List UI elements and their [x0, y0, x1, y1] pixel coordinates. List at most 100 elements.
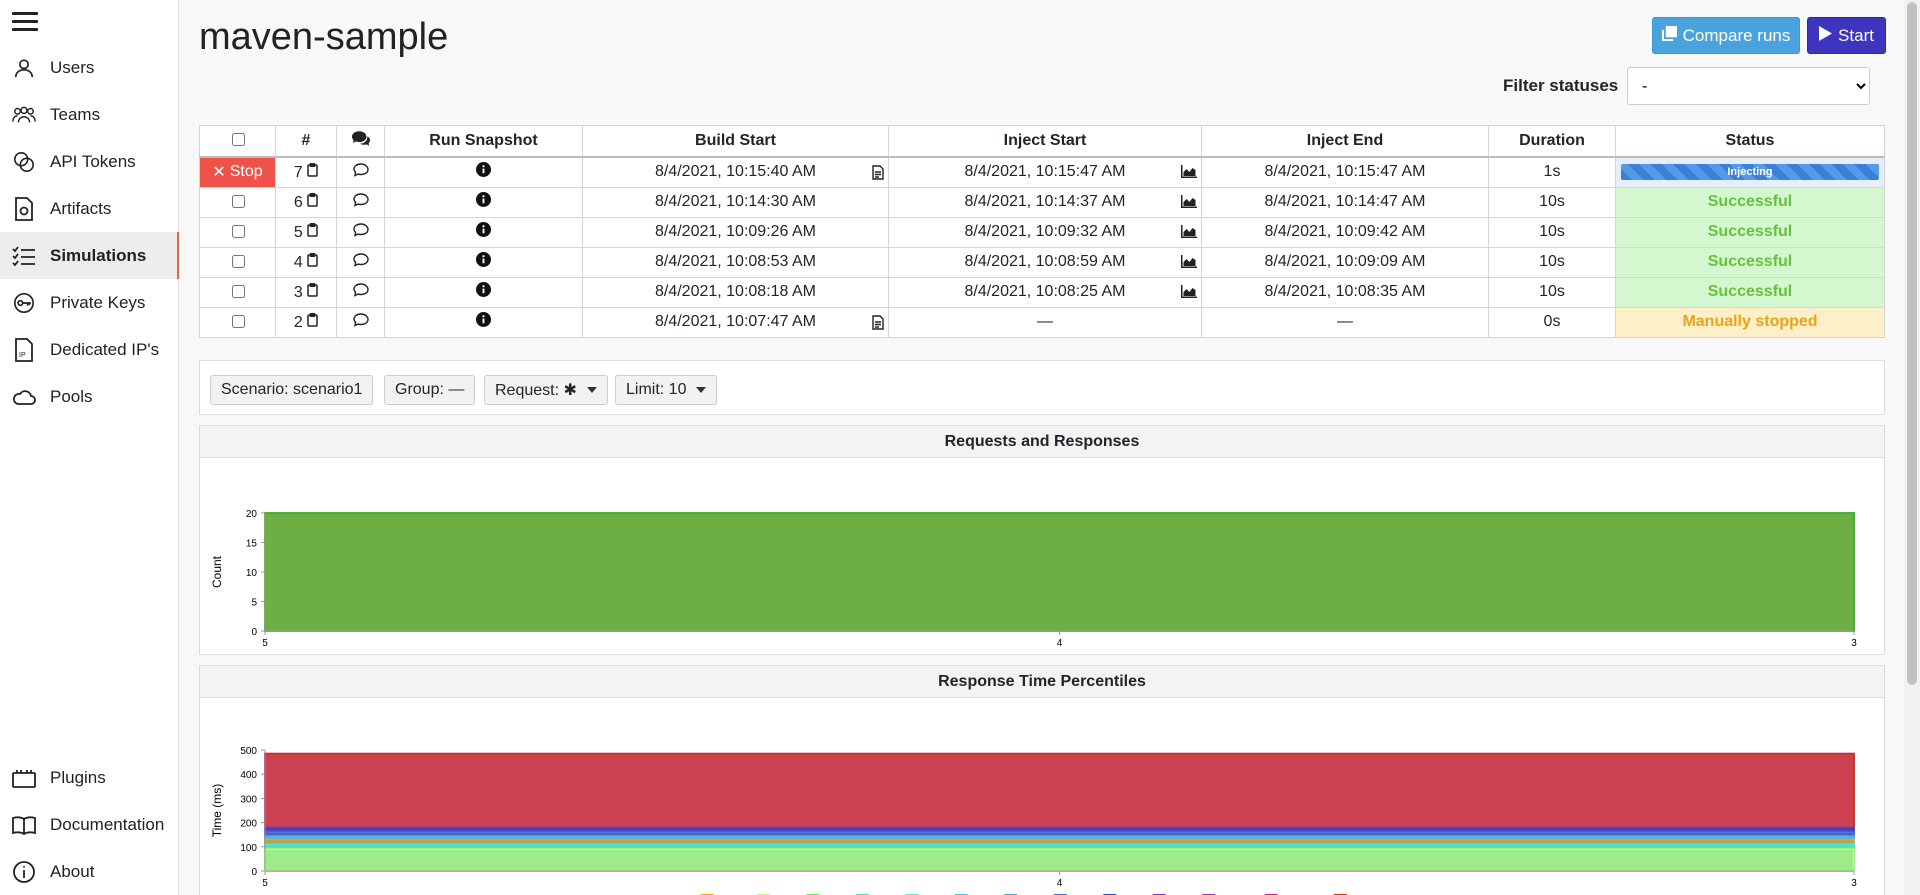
run-number-cell: 6 [275, 186, 337, 218]
comment-cell [336, 306, 385, 338]
sidebar-item-users[interactable]: Users [0, 44, 179, 91]
clipboard-icon[interactable] [307, 282, 318, 301]
group-dropdown[interactable]: Group: — [384, 375, 476, 405]
sidebar-item-plugins[interactable]: Plugins [0, 754, 179, 801]
cloud-icon [12, 385, 36, 409]
info-icon[interactable] [476, 162, 491, 181]
sidebar-item-documentation[interactable]: Documentation [0, 801, 179, 848]
log-document-icon[interactable] [872, 314, 884, 335]
area-chart-icon[interactable] [1181, 284, 1197, 303]
build-start-value: 8/4/2021, 10:08:18 AM [654, 283, 816, 300]
y-tick-label: 5 [251, 598, 257, 609]
log-document-icon[interactable] [872, 164, 884, 185]
clipboard-icon[interactable] [307, 192, 318, 211]
info-icon[interactable] [476, 282, 491, 301]
comment-icon[interactable] [352, 192, 369, 211]
info-icon[interactable] [476, 252, 491, 271]
clipboard-icon[interactable] [307, 312, 318, 331]
stop-button[interactable]: ✕ Stop [200, 157, 275, 187]
sidebar-item-dedicated-ips[interactable]: IP Dedicated IP's [0, 326, 179, 373]
row-checkbox[interactable] [231, 284, 245, 298]
row-checkbox[interactable] [231, 254, 245, 268]
sidebar-item-about[interactable]: About [0, 848, 179, 895]
area-chart-icon[interactable] [1181, 164, 1197, 183]
duration-value: 10s [1539, 253, 1565, 270]
y-tick-label: 0 [251, 627, 257, 638]
scenario-dropdown[interactable]: Scenario: scenario1 [210, 375, 374, 405]
sidebar-item-label: Users [50, 57, 95, 77]
sidebar-item-teams[interactable]: Teams [0, 91, 179, 138]
close-icon: ✕ [212, 164, 226, 181]
x-tick-label: 5 [262, 638, 268, 649]
run-number: 4 [293, 253, 303, 271]
comment-icon[interactable] [352, 162, 369, 181]
inject-start-value: 8/4/2021, 10:09:32 AM [964, 223, 1126, 240]
status-badge: Successful [1707, 223, 1793, 240]
inject-start-cell: 8/4/2021, 10:14:37 AM [888, 186, 1202, 218]
comment-icon[interactable] [352, 312, 369, 331]
table-row: 2 8/4/2021, 10:07:47 AM — — 0s Manually stop… [199, 306, 1885, 338]
sidebar-item-private-keys[interactable]: Private Keys [0, 279, 179, 326]
limit-dropdown[interactable]: Limit: 10 [615, 375, 718, 405]
build-start-cell: 8/4/2021, 10:07:47 AM [582, 306, 889, 338]
status-cell: Successful [1615, 216, 1885, 248]
sidebar-item-artifacts[interactable]: Artifacts [0, 185, 179, 232]
run-number-cell: 3 [275, 276, 337, 308]
play-icon [1819, 25, 1833, 46]
area-chart-icon[interactable] [1181, 194, 1197, 213]
status-badge: Successful [1707, 283, 1793, 300]
area-chart-icon[interactable] [1181, 254, 1197, 273]
run-number-cell: 5 [275, 216, 337, 248]
clipboard-icon[interactable] [307, 252, 318, 271]
clipboard-icon[interactable] [307, 162, 318, 181]
row-checkbox[interactable] [231, 224, 245, 238]
inject-end-value: 8/4/2021, 10:08:35 AM [1264, 283, 1426, 300]
sidebar-item-api-tokens[interactable]: API Tokens [0, 138, 179, 185]
info-icon[interactable] [476, 192, 491, 211]
stop-cell: ✕ Stop [199, 156, 276, 188]
request-dropdown[interactable]: Request: ✱ [484, 375, 608, 405]
duration-cell: 0s [1488, 306, 1616, 338]
col-inject-start: Inject Start [888, 125, 1202, 158]
response-time-panel: Response Time Percentiles Time (ms) 0 100 2… [199, 665, 1885, 895]
area-chart-icon[interactable] [1181, 224, 1197, 243]
comment-icon[interactable] [352, 252, 369, 271]
duration-cell: 10s [1488, 276, 1616, 308]
comment-icon[interactable] [352, 282, 369, 301]
hamburger-menu-icon[interactable] [12, 12, 38, 32]
comment-icon[interactable] [352, 222, 369, 241]
sidebar-item-label: Documentation [50, 814, 165, 834]
inject-end-cell: 8/4/2021, 10:15:47 AM [1201, 156, 1489, 188]
y-tick-label: 0 [251, 867, 257, 878]
y-axis-label: Count [210, 555, 224, 588]
list-icon [12, 244, 36, 268]
sidebar-item-pools[interactable]: Pools [0, 373, 179, 420]
clipboard-icon[interactable] [307, 222, 318, 241]
inject-end-value: — [1337, 313, 1353, 330]
select-all-checkbox[interactable] [231, 133, 245, 147]
run-number: 3 [293, 283, 303, 301]
row-checkbox[interactable] [231, 314, 245, 328]
scrollbar-thumb[interactable] [1907, 2, 1917, 685]
sidebar-item-simulations[interactable]: Simulations [0, 232, 179, 279]
inject-end-value: 8/4/2021, 10:09:42 AM [1264, 223, 1426, 240]
page-scrollbar[interactable] [1904, 0, 1920, 895]
y-tick-label: 200 [240, 819, 257, 830]
comment-cell [336, 156, 385, 188]
comment-cell [336, 216, 385, 248]
request-label: Request: ✱ [495, 382, 577, 399]
col-build-start: Build Start [582, 125, 889, 158]
snapshot-cell [384, 276, 583, 308]
row-checkbox[interactable] [231, 194, 245, 208]
filter-statuses-select[interactable]: - [1627, 67, 1870, 105]
y-tick-label: 10 [246, 568, 258, 579]
start-button[interactable]: Start [1807, 17, 1886, 54]
status-badge: Successful [1707, 193, 1793, 210]
info-icon[interactable] [476, 312, 491, 331]
run-number: 6 [293, 193, 303, 211]
info-icon[interactable] [476, 222, 491, 241]
book-icon [12, 813, 36, 837]
run-number-cell: 4 [275, 246, 337, 278]
y-axis-label: Time (ms) [210, 784, 224, 838]
compare-runs-button[interactable]: Compare runs [1652, 17, 1800, 54]
